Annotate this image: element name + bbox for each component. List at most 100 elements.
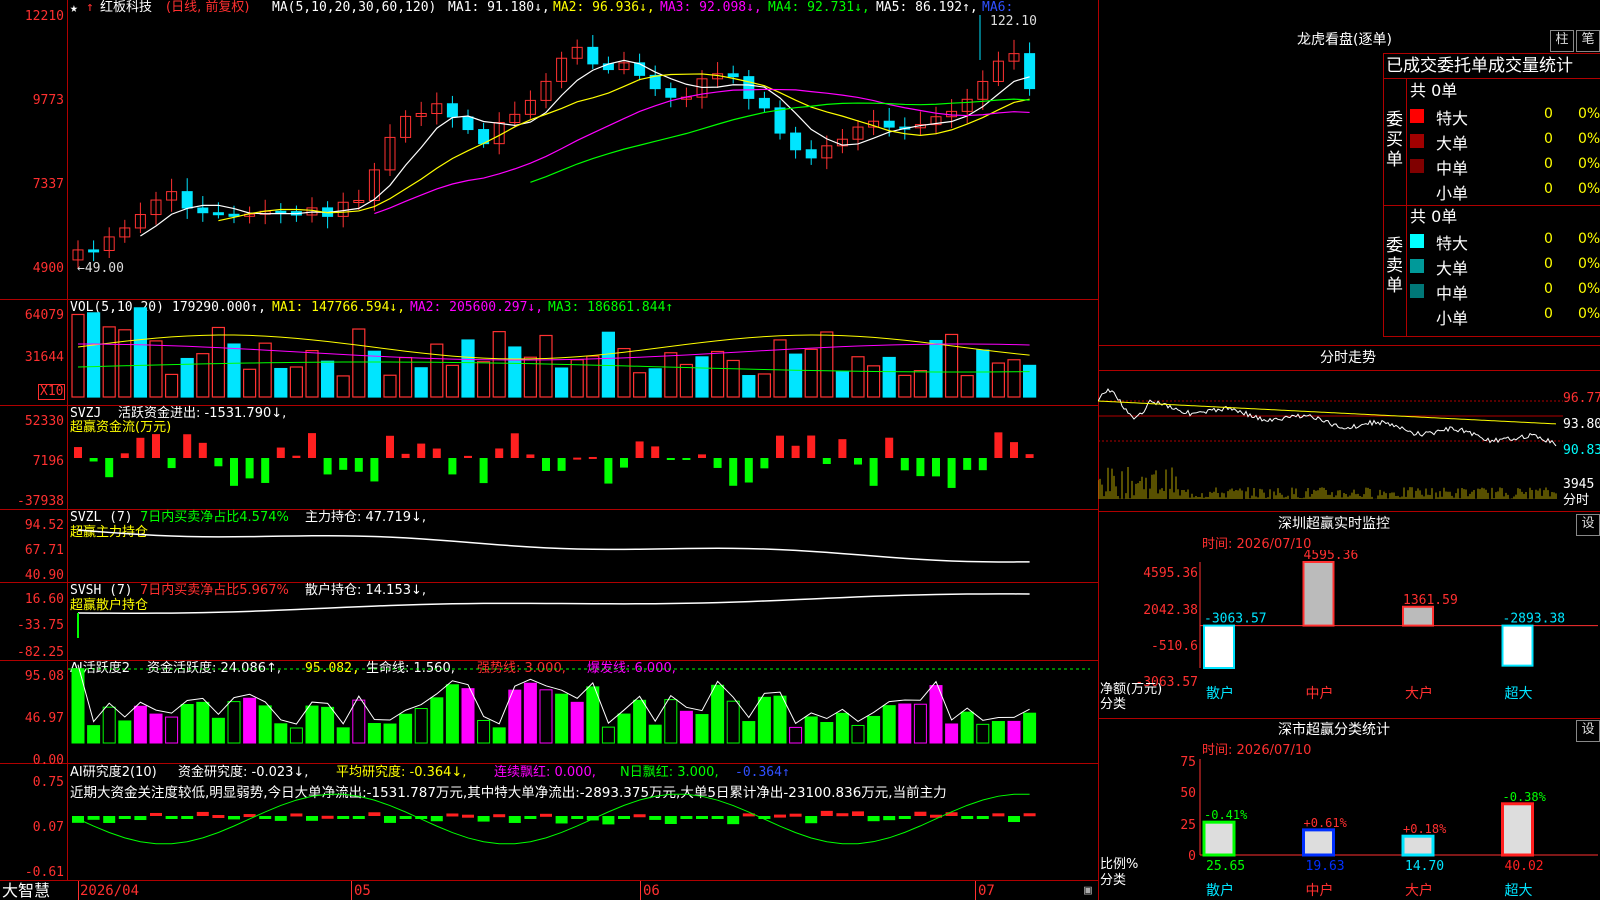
flow-bar: [1025, 454, 1034, 458]
activity-bar: [835, 712, 849, 744]
research-bar: [524, 816, 537, 819]
sz-category-bar-chart[interactable]: -0.41% 25.65 散户 +0.61% 19.63 中户 +0.18% 14.70 大户 -…: [1098, 757, 1600, 900]
flow-bar: [464, 455, 472, 458]
volume-bar: [898, 374, 912, 398]
research-bar: [1023, 813, 1036, 817]
order-size-label: 中单: [1436, 159, 1469, 178]
order-row: 大单 0 0%: [1410, 129, 1600, 153]
sz-cls-time: 时间: 2026/07/10: [1202, 743, 1312, 758]
lhb-tabs[interactable]: 已成交委托单成交量统计: [1386, 56, 1573, 76]
flow-bar: [339, 458, 348, 470]
volume-bar: [882, 356, 896, 398]
capital-flow-chart[interactable]: [0, 406, 1098, 509]
order-row: 小单 0 0%: [1410, 179, 1600, 203]
order-size-label: 特大: [1436, 234, 1469, 253]
sz-rt-settings-button[interactable]: 设: [1576, 514, 1600, 536]
volume-bar: [617, 347, 631, 398]
volume-bar: [1022, 364, 1037, 398]
rt-bar-3: [1501, 624, 1534, 667]
volume-chart[interactable]: [0, 300, 1098, 405]
candle-body: [805, 149, 817, 159]
bar-mode-button[interactable]: 柱: [1550, 30, 1574, 52]
volume-bar: [321, 360, 335, 398]
fenshi-tick-1: 96.77: [1563, 391, 1600, 406]
fenshi-tick-3: 90.83: [1563, 443, 1600, 458]
activity-bar: [570, 701, 584, 744]
brand-label: 大智慧: [2, 881, 51, 900]
flow-bar: [869, 458, 878, 486]
research-chart[interactable]: [0, 764, 1098, 880]
research-bar: [259, 816, 272, 819]
order-row: 特大 0 0%: [1410, 229, 1600, 253]
retail-holding-line: [77, 593, 1030, 614]
research-bar: [618, 816, 630, 819]
candle-body: [587, 46, 599, 65]
research-bar: [540, 813, 552, 817]
research-bar: [1008, 816, 1020, 823]
research-bar: [914, 811, 927, 816]
research-bar: [87, 816, 100, 820]
main-holding-chart[interactable]: [0, 510, 1098, 582]
volume-bar: [383, 374, 397, 398]
sz-cls-settings-button[interactable]: 设: [1576, 720, 1600, 742]
candle-body: [602, 63, 614, 71]
flow-bar: [807, 435, 816, 458]
candle-body: [1024, 53, 1036, 90]
retail-holding-chart[interactable]: [0, 583, 1098, 660]
research-bar: [633, 814, 646, 818]
cls-category-1: 中户: [1306, 882, 1334, 899]
activity-bar: [258, 705, 272, 744]
cls-change-2: +0.18%: [1403, 822, 1447, 836]
flow-bar: [230, 458, 238, 486]
flow-bar: [183, 434, 192, 458]
activity-bar: [586, 686, 600, 744]
candlestick-chart[interactable]: [0, 0, 1098, 299]
research-bar: [867, 816, 880, 822]
order-size-label: 中单: [1436, 284, 1469, 303]
order-size-label: 特大: [1436, 109, 1469, 128]
volume-bar: [726, 359, 740, 398]
flow-bar: [370, 458, 379, 482]
flow-bar: [682, 458, 691, 460]
flow-bar: [822, 458, 831, 465]
activity-bar: [133, 705, 147, 744]
volume-bar: [352, 328, 366, 398]
order-size-label: 大单: [1436, 134, 1469, 153]
activity-bar: [820, 722, 834, 744]
volume-bar: [695, 356, 709, 398]
volume-bar: [960, 374, 974, 398]
main-holding-line: [77, 529, 1030, 563]
tick-mode-button[interactable]: 笔: [1576, 30, 1600, 52]
x-label-may: 05: [354, 883, 371, 899]
volume-bar: [243, 368, 257, 398]
order-color-swatch: [1410, 284, 1424, 298]
activity-bar: [461, 688, 475, 744]
order-row: 小单 0 0%: [1410, 304, 1600, 328]
order-color-swatch: [1410, 159, 1424, 173]
flow-bar: [89, 458, 98, 462]
volume-bar: [445, 364, 459, 398]
flow-bar: [666, 458, 675, 460]
sz-realtime-bar-chart[interactable]: -3063.57 散户 4595.36 中户 1361.59 大户 -2893.38 超大: [1098, 550, 1600, 715]
cls-change-3: -0.38%: [1503, 790, 1547, 804]
volume-bar: [851, 356, 865, 398]
flow-bar: [791, 445, 800, 458]
order-percent: 0%: [1578, 131, 1600, 147]
intraday-chart[interactable]: [1098, 371, 1563, 509]
flow-bar: [947, 458, 956, 488]
volume-bar: [539, 334, 553, 398]
flow-bar: [932, 458, 940, 477]
order-row: 中单 0 0%: [1410, 154, 1600, 178]
research-bar: [462, 814, 474, 818]
activity-bar: [523, 682, 537, 744]
volume-bar: [336, 375, 350, 398]
research-bar: [430, 816, 443, 822]
lock-icon[interactable]: ▣: [1084, 884, 1092, 898]
order-row: 大单 0 0%: [1410, 254, 1600, 278]
activity-chart[interactable]: [0, 661, 1098, 763]
volume-bar: [929, 339, 943, 398]
order-color-swatch: [1410, 109, 1424, 123]
flow-bar: [386, 435, 394, 458]
fenshi-mode[interactable]: 分时: [1563, 494, 1589, 508]
activity-bar: [945, 723, 959, 744]
